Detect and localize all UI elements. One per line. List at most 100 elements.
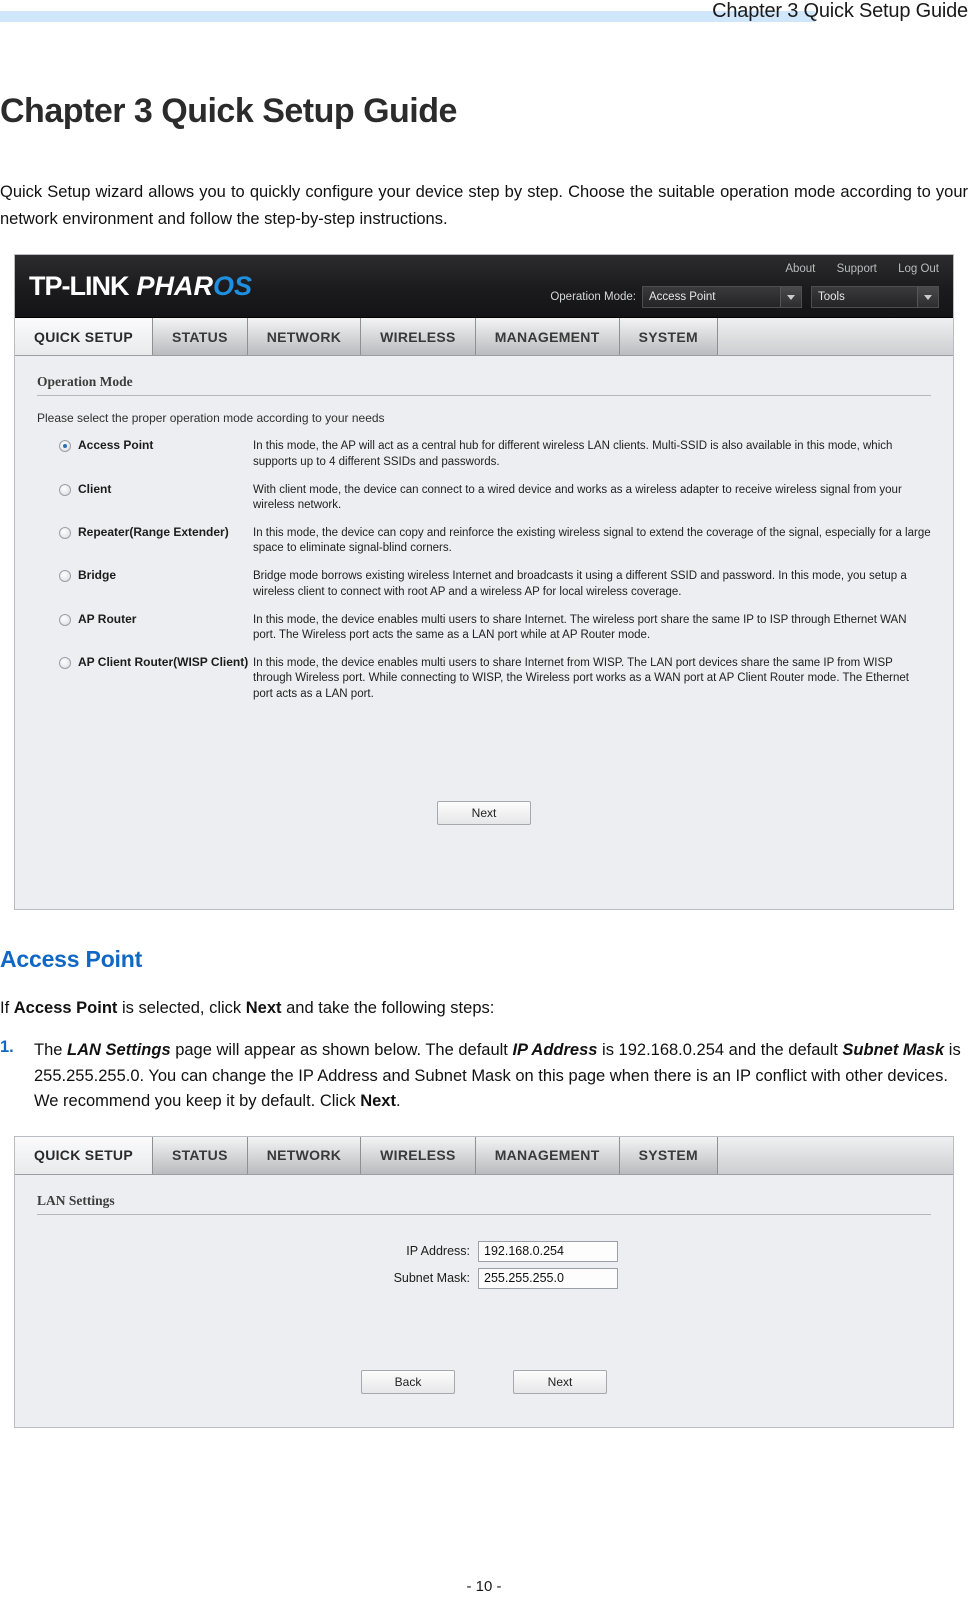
pharos-main-text: PHAR <box>136 271 213 302</box>
step-emphasis-lan-settings: LAN Settings <box>67 1041 171 1060</box>
step-number: 1. <box>0 1038 14 1057</box>
lead-text-2: is selected, click <box>117 999 246 1018</box>
tab-system[interactable]: SYSTEM <box>619 1136 718 1174</box>
panel-title: Operation Mode <box>37 374 133 390</box>
lan-settings-form: IP Address: 192.168.0.254 Subnet Mask: 2… <box>37 1240 931 1289</box>
operation-mode-screenshot: TP-LINK PHAROS About Support Log Out Oper… <box>14 254 954 911</box>
subnet-mask-input[interactable]: 255.255.255.0 <box>478 1267 618 1289</box>
top-nav-links: About Support Log Out <box>767 263 939 275</box>
lead-text-3: and take the following steps: <box>281 999 495 1018</box>
mode-option-control[interactable]: AP Router <box>37 611 253 627</box>
radio-ap-router[interactable] <box>59 613 71 626</box>
tab-wireless[interactable]: WIRELESS <box>361 1136 476 1174</box>
next-button[interactable]: Next <box>437 800 531 825</box>
tab-network[interactable]: NETWORK <box>247 1136 362 1174</box>
pharos-accent-text: OS <box>213 271 253 302</box>
main-nav-tabs: QUICK SETUP STATUS NETWORK WIRELESS MANA… <box>15 318 953 357</box>
mode-description: In this mode, the device enables multi u… <box>253 613 907 641</box>
radio-access-point[interactable] <box>59 440 71 453</box>
panel-title: LAN Settings <box>37 1192 115 1208</box>
tab-quick-setup[interactable]: QUICK SETUP <box>15 318 153 356</box>
tab-network[interactable]: NETWORK <box>247 318 362 356</box>
lan-settings-screenshot: QUICK SETUP STATUS NETWORK WIRELESS MANA… <box>14 1135 954 1428</box>
mode-option-row[interactable]: Access Point In this mode, the AP will a… <box>37 439 931 469</box>
operation-mode-select[interactable]: Access Point <box>642 286 802 309</box>
next-button[interactable]: Next <box>513 1369 607 1394</box>
router-brand-bar: TP-LINK PHAROS About Support Log Out Oper… <box>15 255 953 319</box>
tplink-wordmark: TP-LINK <box>29 271 129 302</box>
access-point-lead-paragraph: If Access Point is selected, click Next … <box>0 999 968 1018</box>
tools-selected-value: Tools <box>818 291 845 304</box>
back-button[interactable]: Back <box>361 1369 455 1394</box>
header-rule <box>0 11 815 22</box>
mode-option-control[interactable]: AP Client Router(WISP Client) <box>37 655 253 670</box>
mode-option-control[interactable]: Access Point <box>37 439 253 453</box>
lead-bold-access-point: Access Point <box>13 999 118 1018</box>
step-text-part-2: page will appear as shown below. The def… <box>170 1041 513 1060</box>
mode-label: Access Point <box>78 438 154 453</box>
mode-description: In this mode, the AP will act as a centr… <box>253 440 893 468</box>
operation-mode-controls: Operation Mode: Access Point Tools <box>550 286 939 309</box>
mode-option-row[interactable]: AP Client Router(WISP Client) In this mo… <box>37 655 931 702</box>
mode-option-control[interactable]: Repeater(Range Extender) <box>37 525 253 540</box>
mode-label: AP Router <box>78 611 137 626</box>
tab-management[interactable]: MANAGEMENT <box>475 1136 620 1174</box>
operation-mode-button-row: Next <box>37 800 931 825</box>
mode-label: Bridge <box>78 568 117 583</box>
lan-settings-panel: LAN Settings IP Address: 192.168.0.254 S… <box>15 1174 953 1394</box>
step-text-part-3: is 192.168.0.254 and the default <box>597 1041 843 1060</box>
step-emphasis-ip-address: IP Address <box>512 1041 598 1060</box>
page-running-header: Chapter 3 Quick Setup Guide <box>0 0 968 44</box>
mode-option-row[interactable]: AP Router In this mode, the device enabl… <box>37 611 931 643</box>
mode-option-row[interactable]: Repeater(Range Extender) In this mode, t… <box>37 525 931 556</box>
radio-client[interactable] <box>59 483 71 496</box>
radio-bridge[interactable] <box>59 570 71 583</box>
page-title: Chapter 3 Quick Setup Guide <box>0 92 457 130</box>
about-link[interactable]: About <box>785 263 815 275</box>
intro-paragraph: Quick Setup wizard allows you to quickly… <box>0 183 968 228</box>
pharos-wordmark: PHAROS <box>136 271 252 301</box>
chevron-down-icon <box>780 287 801 308</box>
step-emphasis-subnet-mask: Subnet Mask <box>842 1041 945 1060</box>
mode-description: In this mode, the device can copy and re… <box>253 527 931 555</box>
tools-select[interactable]: Tools <box>811 286 939 309</box>
tab-wireless[interactable]: WIRELESS <box>361 318 476 356</box>
ip-address-input[interactable]: 192.168.0.254 <box>478 1240 618 1262</box>
tab-status[interactable]: STATUS <box>152 1136 248 1174</box>
tab-system[interactable]: SYSTEM <box>619 318 718 356</box>
mode-label: Repeater(Range Extender) <box>78 525 229 540</box>
step-list: 1. The LAN Settings page will appear as … <box>0 1038 968 1113</box>
page-number-footer: - 10 - <box>466 1578 502 1595</box>
lan-settings-button-row: Back Next <box>37 1369 931 1394</box>
mode-description: In this mode, the device enables multi u… <box>253 657 909 700</box>
panel-hint-text: Please select the proper operation mode … <box>37 411 385 426</box>
subnet-mask-label: Subnet Mask: <box>393 1271 470 1286</box>
step-text-part-5: . <box>395 1091 401 1110</box>
running-header-title: Chapter 3 Quick Setup Guide <box>712 0 968 22</box>
mode-label: AP Client Router(WISP Client) <box>78 655 249 670</box>
step-text: The LAN Settings page will appear as sho… <box>34 1038 968 1113</box>
step-bold-next: Next <box>360 1091 396 1110</box>
tp-link-pharos-logo: TP-LINK PHAROS <box>29 271 252 302</box>
mode-option-row[interactable]: Client With client mode, the device can … <box>37 481 931 513</box>
tab-management[interactable]: MANAGEMENT <box>475 318 620 356</box>
mode-option-control[interactable]: Client <box>37 481 253 497</box>
step-text-part-1: The <box>34 1041 68 1060</box>
tab-quick-setup[interactable]: QUICK SETUP <box>15 1136 153 1174</box>
mode-option-control[interactable]: Bridge <box>37 569 253 583</box>
section-heading-access-point: Access Point <box>0 946 143 973</box>
mode-option-row[interactable]: Bridge Bridge mode borrows existing wire… <box>37 569 931 599</box>
tab-bar-filler <box>717 1136 953 1174</box>
panel-divider <box>37 395 931 397</box>
radio-repeater[interactable] <box>59 527 71 540</box>
tab-bar-filler <box>717 318 953 356</box>
radio-ap-client-router[interactable] <box>59 657 71 670</box>
tab-status[interactable]: STATUS <box>152 318 248 356</box>
operation-mode-panel: Operation Mode Please select the proper … <box>15 356 953 825</box>
panel-divider <box>37 1213 931 1215</box>
lead-bold-next: Next <box>245 999 282 1018</box>
mode-label: Client <box>78 481 112 496</box>
log-out-link[interactable]: Log Out <box>898 263 939 275</box>
support-link[interactable]: Support <box>837 263 877 275</box>
main-nav-tabs: QUICK SETUP STATUS NETWORK WIRELESS MANA… <box>15 1136 953 1175</box>
